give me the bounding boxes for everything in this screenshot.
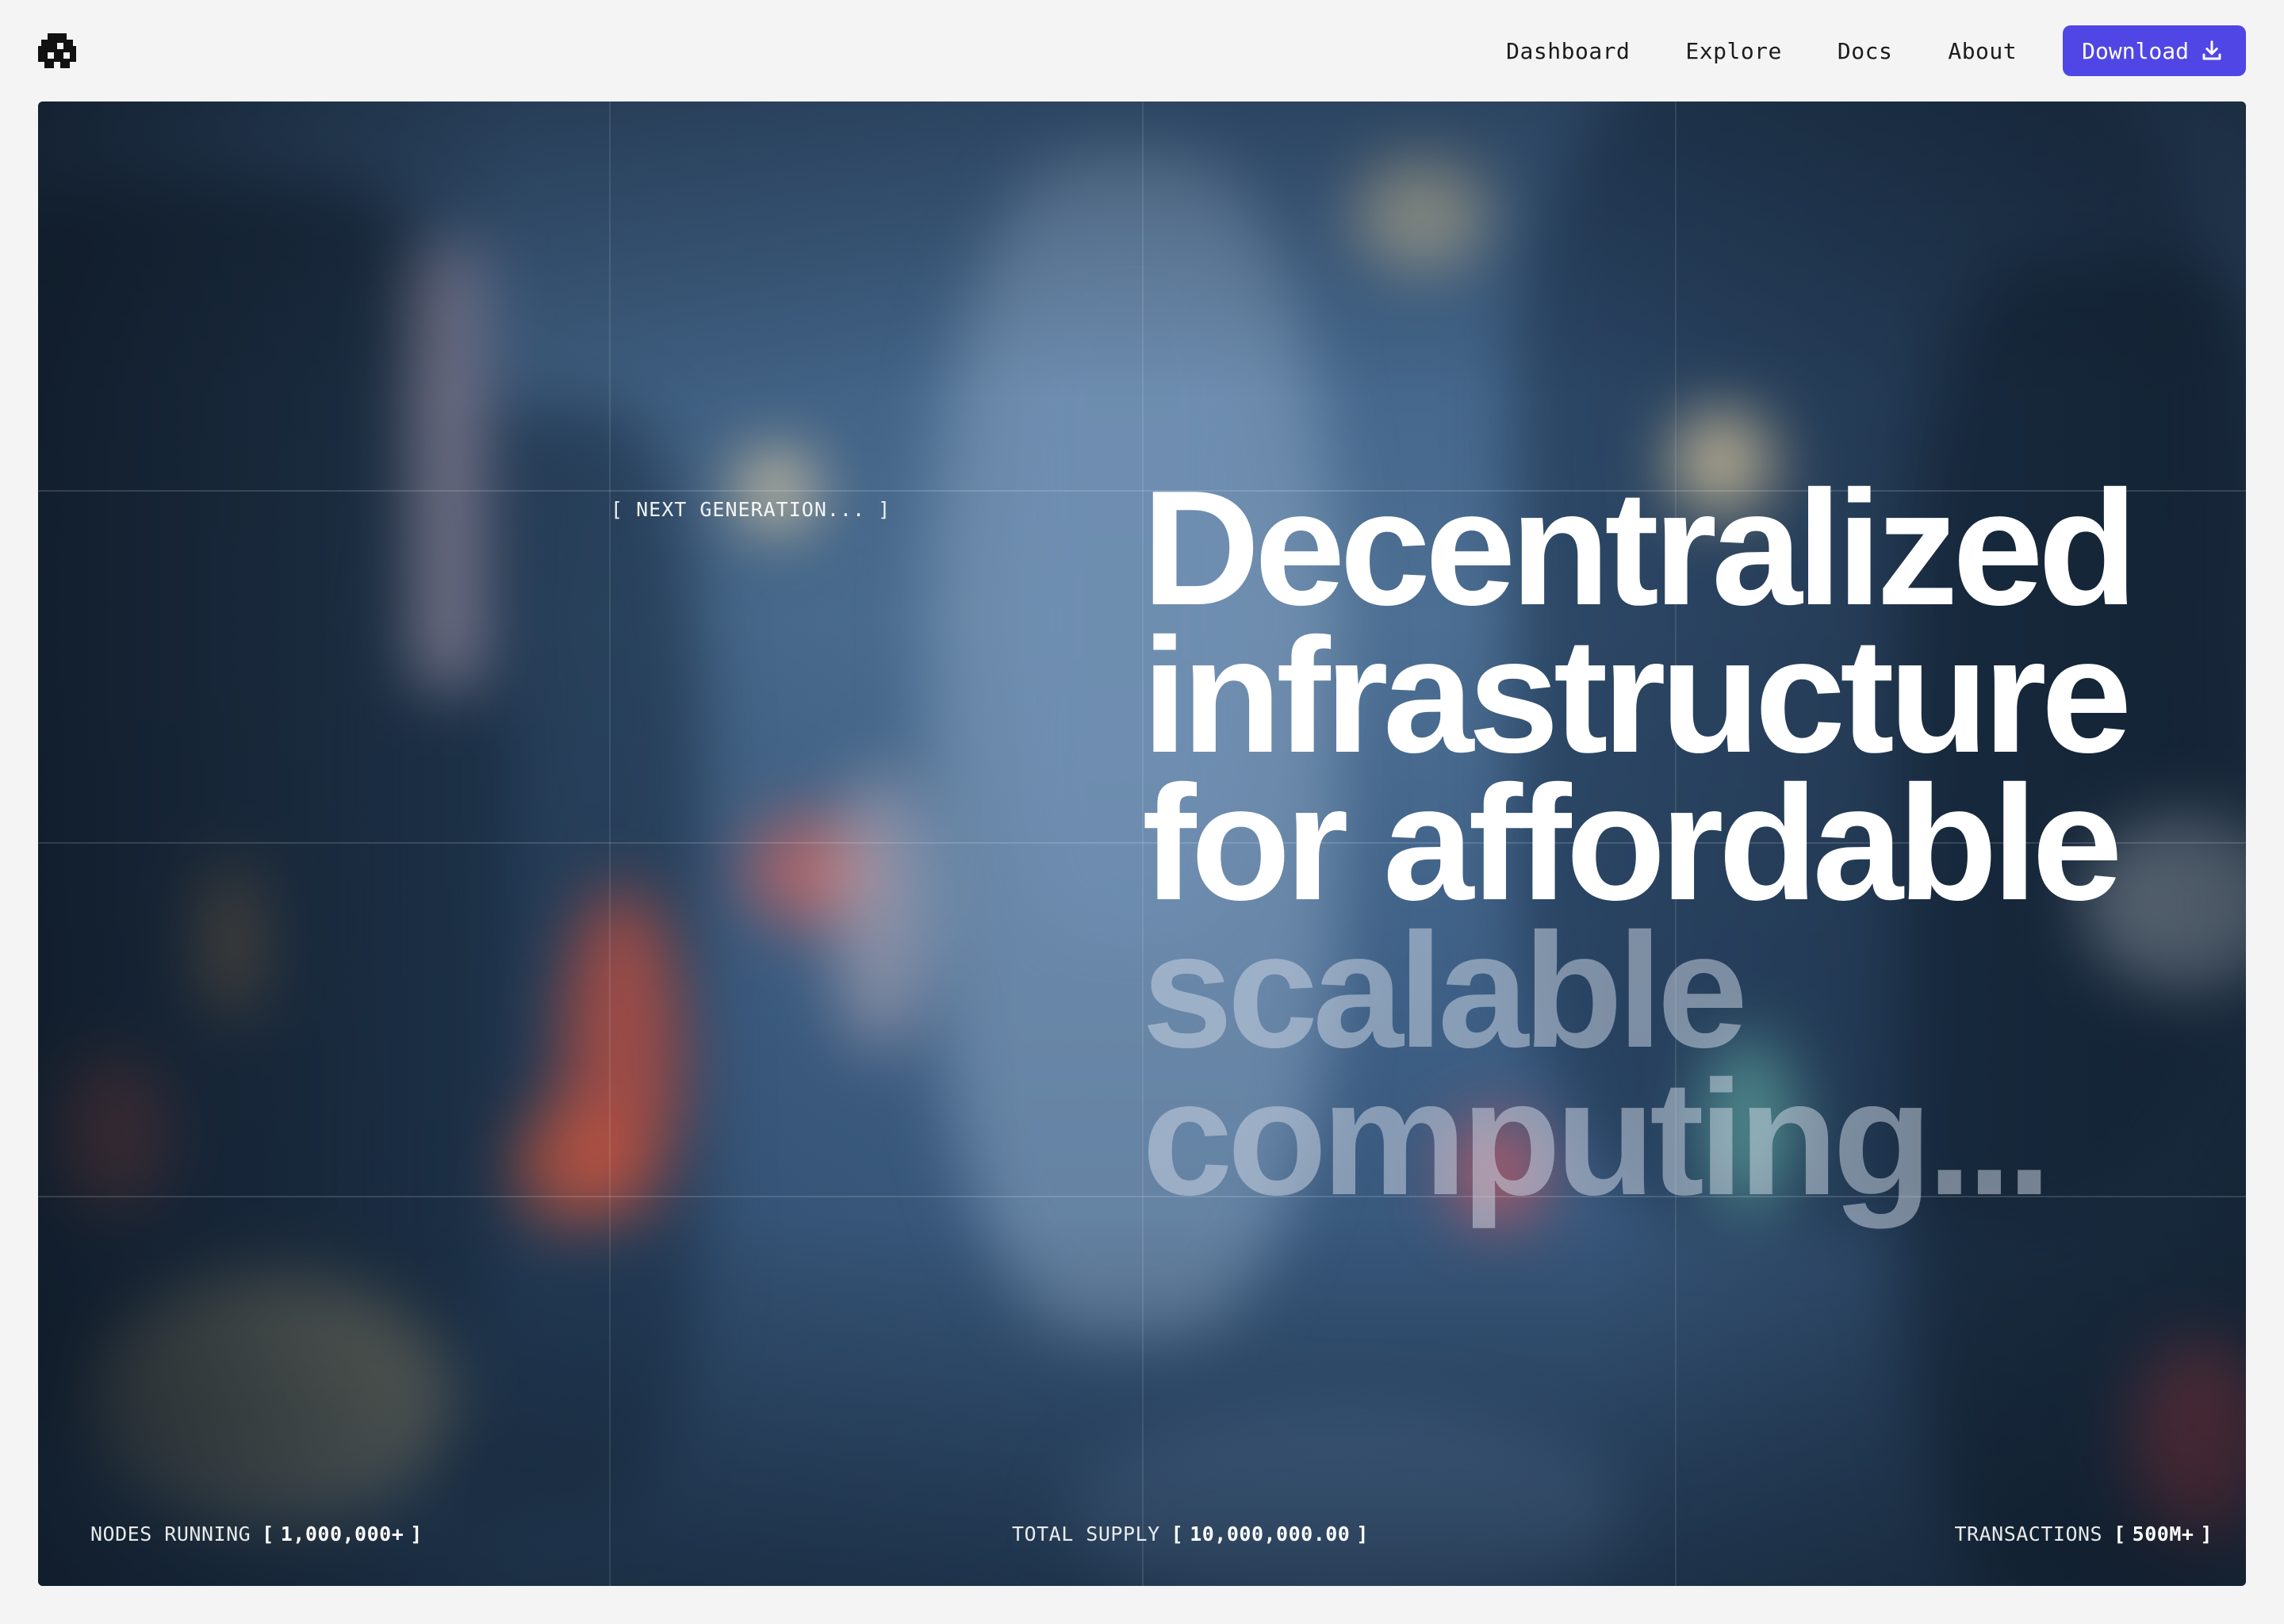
- nav-about-link[interactable]: About: [1948, 38, 2017, 64]
- hero-headline: Decentralized infrastructure for afforda…: [1142, 457, 2205, 1229]
- hero-section: [ NEXT GENERATION... ] Decentralized inf…: [38, 102, 2246, 1586]
- pixel-logo-icon[interactable]: [38, 33, 76, 68]
- hero-stats-bar: NODES RUNNING[1,000,000+] TOTAL SUPPLY[1…: [38, 1522, 2246, 1554]
- hero-tagline: [ NEXT GENERATION... ]: [611, 498, 891, 521]
- stat-nodes-running: NODES RUNNING[1,000,000+]: [90, 1522, 423, 1545]
- stat-label: TOTAL SUPPLY: [1012, 1522, 1160, 1545]
- stat-transactions: TRANSACTIONS[500M+]: [1954, 1522, 2213, 1545]
- stat-value: 1,000,000+: [280, 1522, 404, 1545]
- download-button-label: Download: [2082, 37, 2189, 64]
- stat-total-supply: TOTAL SUPPLY[10,000,000.00]: [1012, 1522, 1369, 1545]
- site-header: Dashboard Explore Docs About Download: [0, 0, 2284, 102]
- download-icon: [2202, 40, 2221, 60]
- grid-line: [609, 102, 611, 1586]
- nav-docs-link[interactable]: Docs: [1838, 38, 1892, 64]
- stat-label: NODES RUNNING: [90, 1522, 251, 1545]
- stat-label: TRANSACTIONS: [1954, 1522, 2103, 1545]
- headline-line: for affordable: [1142, 752, 2123, 934]
- nav-explore-link[interactable]: Explore: [1685, 38, 1782, 64]
- headline-line-faded: computing...: [1142, 1047, 2052, 1229]
- main-nav: Dashboard Explore Docs About Download: [1506, 25, 2246, 76]
- headline-line-faded: scalable: [1142, 899, 1748, 1082]
- headline-line: infrastructure: [1142, 604, 2132, 787]
- stat-value: 500M+: [2132, 1522, 2194, 1545]
- headline-line: Decentralized: [1142, 457, 2138, 639]
- nav-dashboard-link[interactable]: Dashboard: [1506, 38, 1630, 64]
- download-button[interactable]: Download: [2063, 25, 2246, 76]
- stat-value: 10,000,000.00: [1190, 1522, 1351, 1545]
